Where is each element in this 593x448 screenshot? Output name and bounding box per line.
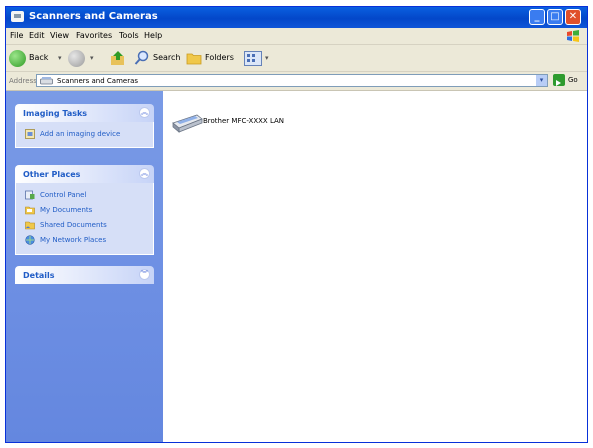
- folders-label: Folders: [205, 53, 234, 62]
- address-label: Address: [9, 77, 37, 85]
- minimize-button[interactable]: _: [529, 9, 545, 25]
- imaging-tasks-body: Add an imaging device: [15, 122, 154, 148]
- toolbar: Back ▾ ▾ Search Folders ▾: [6, 45, 587, 72]
- views-icon: [244, 51, 262, 66]
- menu-edit[interactable]: Edit: [29, 30, 45, 42]
- file-view[interactable]: Brother MFC-XXXX LAN: [163, 91, 587, 442]
- place-label: Shared Documents: [40, 221, 107, 229]
- imaging-tasks-panel: Imaging Tasks ︽ Add an imaging device: [15, 104, 154, 148]
- back-label: Back: [29, 53, 49, 62]
- chevron-up-icon[interactable]: ︽: [139, 107, 150, 118]
- go-arrow-icon[interactable]: [553, 74, 565, 86]
- imaging-tasks-title: Imaging Tasks: [23, 109, 88, 118]
- search-button[interactable]: Search: [134, 49, 182, 67]
- scanner-small-icon: [40, 77, 53, 85]
- forward-dropdown-icon[interactable]: ▾: [90, 49, 94, 67]
- place-label: Control Panel: [40, 191, 87, 199]
- scanner-app-icon: [11, 11, 24, 22]
- title-bar[interactable]: Scanners and Cameras _ □ ✕: [6, 7, 587, 28]
- back-button[interactable]: Back: [9, 49, 55, 67]
- address-dropdown-icon[interactable]: ▾: [536, 75, 547, 86]
- my-documents-icon: [25, 206, 35, 215]
- search-icon: [134, 50, 149, 65]
- address-bar: Address Scanners and Cameras ▾ Go: [6, 72, 587, 91]
- menu-view[interactable]: View: [50, 30, 69, 42]
- views-dropdown-icon: ▾: [265, 54, 269, 62]
- menu-tools[interactable]: Tools: [119, 30, 139, 42]
- address-value: Scanners and Cameras: [57, 77, 139, 85]
- back-dropdown-icon[interactable]: ▾: [58, 49, 62, 67]
- back-arrow-icon: [9, 50, 26, 67]
- minimize-icon: _: [534, 11, 540, 22]
- search-label: Search: [153, 53, 181, 62]
- windows-logo-icon: [567, 30, 579, 42]
- maximize-icon: □: [550, 11, 560, 22]
- place-label: My Network Places: [40, 236, 107, 244]
- control-panel-icon: [25, 190, 35, 200]
- menu-file[interactable]: File: [10, 30, 23, 42]
- menu-help[interactable]: Help: [144, 30, 162, 42]
- forward-arrow-icon: [68, 50, 85, 67]
- menu-favorites[interactable]: Favorites: [76, 30, 112, 42]
- add-device-icon: [25, 129, 35, 139]
- chevron-up-icon[interactable]: ︽: [139, 168, 150, 179]
- other-places-body: Control Panel My Documents Shared Docume…: [15, 183, 154, 255]
- other-places-header[interactable]: Other Places ︽: [15, 165, 154, 183]
- folders-icon: [186, 53, 202, 65]
- task-pane: Imaging Tasks ︽ Add an imaging device Ot…: [6, 91, 163, 442]
- imaging-tasks-header[interactable]: Imaging Tasks ︽: [15, 104, 154, 122]
- address-input[interactable]: Scanners and Cameras ▾: [36, 74, 548, 87]
- folders-button[interactable]: Folders: [186, 49, 236, 67]
- scanner-icon: [172, 114, 203, 133]
- forward-button[interactable]: [68, 49, 86, 67]
- window-title: Scanners and Cameras: [29, 11, 158, 22]
- views-button[interactable]: ▾: [244, 49, 274, 67]
- network-places-icon: [25, 235, 35, 245]
- menu-bar: File Edit View Favorites Tools Help: [6, 28, 587, 45]
- close-button[interactable]: ✕: [565, 9, 581, 25]
- chevron-down-icon[interactable]: ︾: [139, 269, 150, 280]
- details-header[interactable]: Details ︾: [15, 266, 154, 284]
- place-label: My Documents: [40, 206, 93, 214]
- maximize-button[interactable]: □: [547, 9, 563, 25]
- details-title: Details: [23, 271, 55, 280]
- other-places-title: Other Places: [23, 170, 81, 179]
- shared-documents-icon: [25, 221, 35, 230]
- task-label: Add an imaging device: [40, 130, 121, 138]
- explorer-window: Scanners and Cameras _ □ ✕ File Edit Vie…: [5, 6, 588, 443]
- other-places-panel: Other Places ︽ Control Panel My Document…: [15, 165, 154, 255]
- details-panel: Details ︾: [15, 266, 154, 284]
- up-folder-icon: [111, 51, 124, 65]
- go-button[interactable]: Go: [568, 75, 578, 86]
- device-name: Brother MFC-XXXX LAN: [203, 117, 285, 125]
- up-folder-button[interactable]: [110, 49, 128, 67]
- close-icon: ✕: [568, 11, 578, 22]
